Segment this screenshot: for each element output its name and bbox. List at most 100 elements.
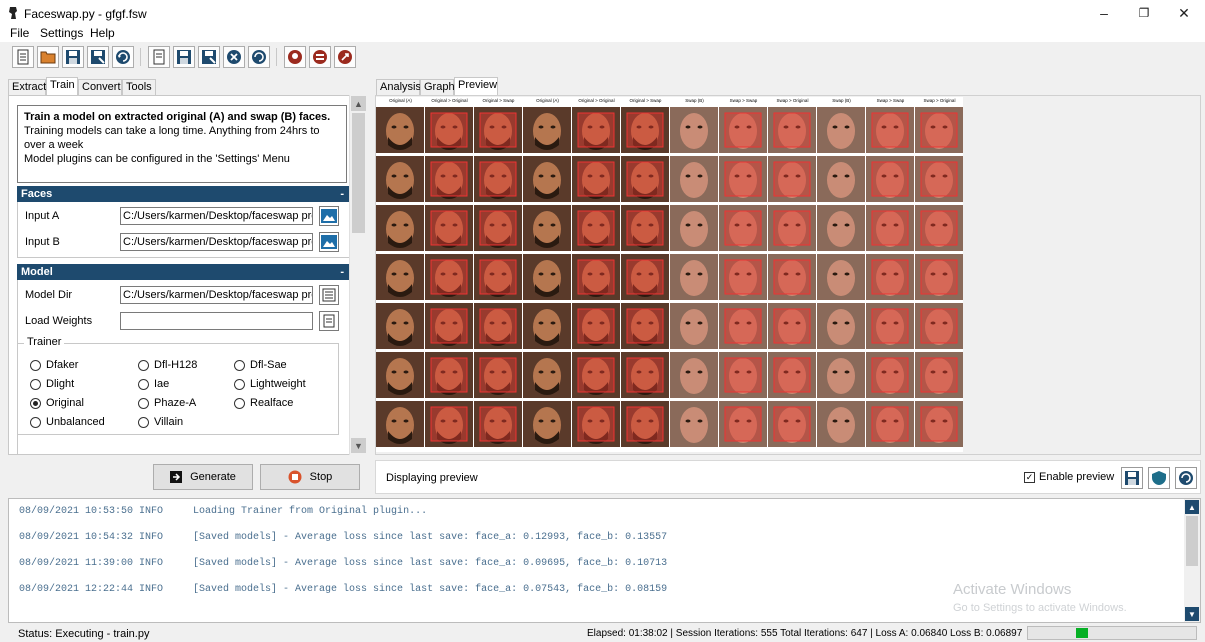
- folder-list-icon: [322, 288, 336, 302]
- stop-button[interactable]: Stop: [260, 464, 360, 490]
- faces-section-header[interactable]: Faces -: [17, 186, 352, 202]
- save-icon: [1125, 471, 1139, 485]
- trainer-option-dfl-h128[interactable]: Dfl-H128: [138, 359, 197, 371]
- minimize-button[interactable]: –: [1084, 2, 1124, 24]
- menu-file[interactable]: File: [10, 26, 29, 40]
- input-b-browse-button[interactable]: [319, 232, 339, 252]
- save-task-icon[interactable]: [173, 46, 195, 68]
- model-collapse-button[interactable]: -: [340, 264, 344, 280]
- model-dir-field[interactable]: C:/Users/karmen/Desktop/faceswap proj: [120, 286, 313, 304]
- preview-face-thumbnail: [866, 254, 914, 300]
- preview-face-thumbnail: [817, 205, 865, 251]
- window-title: Faceswap.py - gfgf.fsw: [24, 7, 147, 21]
- preview-face-thumbnail: [474, 401, 522, 447]
- refresh-preview-button[interactable]: [1175, 467, 1197, 489]
- preview-face-thumbnail: [719, 156, 767, 202]
- trainer-option-realface[interactable]: Realface: [234, 397, 293, 409]
- preview-face-thumbnail: [474, 303, 522, 349]
- tab-train[interactable]: Train: [46, 77, 78, 95]
- trainer-option-lightweight[interactable]: Lightweight: [234, 378, 306, 390]
- save-task-as-icon[interactable]: [198, 46, 220, 68]
- trainer-option-unbalanced[interactable]: Unbalanced: [30, 416, 105, 428]
- close-button[interactable]: ✕: [1164, 2, 1204, 24]
- load-weights-field[interactable]: [120, 312, 313, 330]
- radio-label: Unbalanced: [46, 416, 105, 428]
- radio-circle: [30, 416, 41, 428]
- preview-face-thumbnail: [866, 156, 914, 202]
- trainer-option-dfaker[interactable]: Dfaker: [30, 359, 78, 371]
- radio-label: Dfaker: [46, 359, 79, 371]
- preview-face-thumbnail: [670, 352, 718, 398]
- trainer-option-phaze-a[interactable]: Phaze-A: [138, 397, 196, 409]
- preview-face-thumbnail: [768, 254, 816, 300]
- reload-icon[interactable]: [112, 46, 134, 68]
- radio-label: Phaze-A: [154, 397, 197, 409]
- preview-face-thumbnail: [817, 401, 865, 447]
- trainer-option-dfl-sae[interactable]: Dfl-Sae: [234, 359, 287, 371]
- faces-collapse-button[interactable]: -: [340, 186, 344, 202]
- input-a-browse-button[interactable]: [319, 206, 339, 226]
- trainer-option-villain[interactable]: Villain: [138, 416, 183, 428]
- console-scroll-thumb[interactable]: [1186, 516, 1198, 566]
- preview-face-thumbnail: [915, 303, 963, 349]
- save-as-icon[interactable]: [87, 46, 109, 68]
- scroll-up-icon[interactable]: ▲: [351, 96, 366, 111]
- preview-face-thumbnail: [425, 254, 473, 300]
- input-b-field[interactable]: C:/Users/karmen/Desktop/faceswap proj: [120, 233, 313, 251]
- preview-face-thumbnail: [376, 352, 424, 398]
- preview-face-thumbnail: [523, 352, 571, 398]
- forum-icon[interactable]: [309, 46, 331, 68]
- tab-graph[interactable]: Graph: [420, 79, 455, 95]
- preview-face-thumbnail: [768, 352, 816, 398]
- radio-circle: [138, 359, 149, 371]
- tab-preview[interactable]: Preview: [454, 77, 498, 95]
- save-icon[interactable]: [62, 46, 84, 68]
- preview-face-thumbnail: [572, 352, 620, 398]
- save-preview-button[interactable]: [1121, 467, 1143, 489]
- new-task-icon[interactable]: [148, 46, 170, 68]
- preview-face-thumbnail: [523, 303, 571, 349]
- console-scrollbar[interactable]: ▲ ▼: [1184, 499, 1200, 622]
- preview-face-thumbnail: [425, 156, 473, 202]
- load-weights-browse-button[interactable]: [319, 311, 339, 331]
- radio-circle: [234, 359, 245, 371]
- scroll-down-icon[interactable]: ▼: [351, 438, 366, 453]
- trainer-option-original[interactable]: Original: [30, 397, 84, 409]
- model-section-header[interactable]: Model -: [17, 264, 352, 280]
- preview-face-thumbnail: [376, 254, 424, 300]
- input-a-field[interactable]: C:/Users/karmen/Desktop/faceswap proj: [120, 207, 313, 225]
- model-dir-browse-button[interactable]: [319, 285, 339, 305]
- console-scroll-up-icon[interactable]: ▲: [1185, 500, 1199, 514]
- tab-convert[interactable]: Convert: [78, 79, 122, 95]
- options-scrollbar[interactable]: ▲ ▼: [349, 95, 366, 455]
- clear-task-icon[interactable]: [223, 46, 245, 68]
- update-icon[interactable]: [334, 46, 356, 68]
- menu-help[interactable]: Help: [90, 26, 115, 40]
- preview-face-thumbnail: [768, 205, 816, 251]
- tab-tools[interactable]: Tools: [122, 79, 156, 95]
- scroll-thumb[interactable]: [352, 113, 365, 233]
- trainer-option-dlight[interactable]: Dlight: [30, 378, 74, 390]
- tab-analysis[interactable]: Analysis: [376, 79, 421, 95]
- trainer-option-iae[interactable]: Iae: [138, 378, 169, 390]
- enable-preview-checkbox[interactable]: ✓ Enable preview: [1024, 471, 1114, 483]
- tab-extract[interactable]: Extract: [8, 79, 46, 95]
- preview-column-header: Original > Swap: [629, 98, 662, 103]
- mask-preview-button[interactable]: [1148, 467, 1170, 489]
- radio-label: Dfl-H128: [154, 359, 198, 371]
- preview-column-header: Original > Swap: [482, 98, 515, 103]
- restore-button[interactable]: ❐: [1124, 2, 1164, 24]
- preview-face-thumbnail: [474, 352, 522, 398]
- console-scroll-down-icon[interactable]: ▼: [1185, 607, 1199, 621]
- generate-button[interactable]: Generate: [153, 464, 253, 490]
- radio-circle: [138, 397, 149, 409]
- preview-face-thumbnail: [866, 352, 914, 398]
- training-stats: Elapsed: 01:38:02 | Session Iterations: …: [587, 628, 1023, 639]
- github-icon[interactable]: [284, 46, 306, 68]
- info-line-1: Training models can take a long time. An…: [24, 125, 320, 151]
- new-project-icon[interactable]: [12, 46, 34, 68]
- reload-task-icon[interactable]: [248, 46, 270, 68]
- progress-bar: [1027, 626, 1197, 640]
- menu-settings[interactable]: Settings: [40, 26, 83, 40]
- open-folder-icon[interactable]: [37, 46, 59, 68]
